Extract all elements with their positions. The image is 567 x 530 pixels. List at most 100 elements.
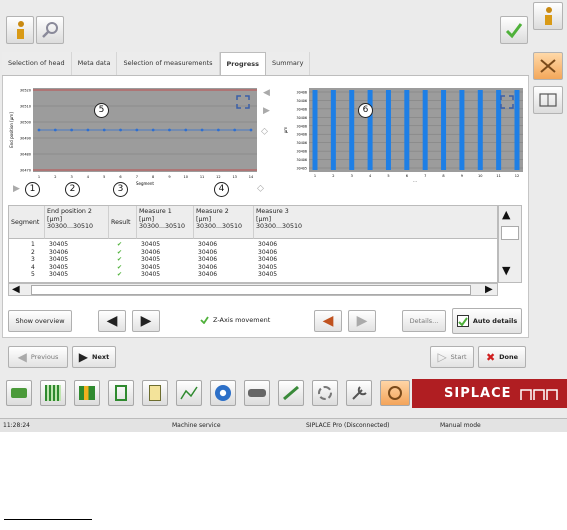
- data-point: [37, 128, 41, 132]
- side-tools-button[interactable]: [533, 52, 563, 80]
- confirm-button[interactable]: [500, 16, 528, 44]
- scroll-thumb[interactable]: [31, 285, 471, 295]
- previous-axis-button[interactable]: ◀: [314, 310, 342, 332]
- vertical-splitter-icon[interactable]: ⬦: [257, 183, 264, 194]
- arrow-left-icon: ◀: [106, 313, 118, 329]
- tab-bar: Selection of head Meta data Selection of…: [2, 52, 529, 76]
- header-measure-3[interactable]: Measure 3 [µm] 30300...30510: [254, 206, 497, 239]
- play-icon: ▷: [437, 350, 447, 364]
- x-tick-label: 2: [54, 175, 56, 179]
- arrow-right-icon: ▶: [78, 350, 89, 364]
- scroll-up-icon[interactable]: ▲: [502, 208, 510, 221]
- next-item-button[interactable]: ▶: [132, 310, 160, 332]
- sort-arrow-icon[interactable]: ▶: [13, 184, 20, 194]
- x-tick-label: 4: [87, 175, 90, 179]
- data-point: [216, 128, 220, 132]
- data-point: [249, 128, 253, 132]
- x-tick-label: 5: [103, 175, 105, 179]
- y-tick-label: 30406: [297, 99, 308, 103]
- table-row[interactable]: 4 30405 30405 30406 30405 ✔: [9, 264, 497, 272]
- table-row[interactable]: 1 30405 30405 30406 30406 ✔: [9, 241, 497, 249]
- start-button[interactable]: ▷ Start: [430, 346, 474, 368]
- splitter-handle-icon[interactable]: ⬦: [261, 126, 268, 137]
- camera-icon[interactable]: [210, 380, 236, 406]
- nozzle-icon[interactable]: [244, 380, 270, 406]
- expand-right-icon[interactable]: ▶: [263, 106, 270, 116]
- header-result[interactable]: Result: [109, 206, 137, 239]
- scroll-left-icon[interactable]: ◀: [12, 284, 20, 295]
- scroll-down-icon[interactable]: ▼: [502, 264, 510, 277]
- tablet-icon[interactable]: [108, 380, 134, 406]
- x-tick-label: 6: [119, 175, 121, 179]
- data-point: [70, 128, 74, 132]
- connection-status: SIPLACE Pro (Disconnected): [306, 422, 390, 429]
- cell-m2: 30406: [198, 271, 218, 278]
- table-row[interactable]: 5 30405 30405 30406 30405 ✔: [9, 271, 497, 279]
- auto-details-toggle[interactable]: Auto details: [452, 308, 522, 334]
- x-tick-label: 9: [168, 175, 170, 179]
- pen-tool-icon[interactable]: [278, 380, 304, 406]
- bar: [349, 90, 355, 170]
- bar: [367, 90, 373, 170]
- calibration-icon[interactable]: [380, 380, 410, 406]
- table-row[interactable]: 3 30405 30405 30406 30406 ✔: [9, 256, 497, 264]
- x-tick-label: 8: [442, 174, 444, 178]
- scroll-right-icon[interactable]: ▶: [485, 284, 493, 295]
- search-tool-button[interactable]: [36, 16, 64, 44]
- tab-selection-of-head[interactable]: Selection of head: [2, 52, 72, 75]
- side-book-button[interactable]: [533, 86, 563, 114]
- x-tick-label: 10: [184, 175, 188, 179]
- measure-bar-chart: 30406 30406 30406 30406 30406 30406 30406 30406…: [283, 88, 523, 183]
- done-button[interactable]: ✖ Done: [478, 346, 526, 368]
- data-point: [200, 128, 204, 132]
- tab-meta-data[interactable]: Meta data: [71, 52, 118, 75]
- line-chart-icon[interactable]: [176, 380, 202, 406]
- x-tick-label: 6: [406, 174, 408, 178]
- horizontal-scrollbar[interactable]: ◀ ▶: [8, 283, 498, 296]
- bar-stats-icon[interactable]: [74, 380, 100, 406]
- checkmark-icon: [458, 316, 468, 326]
- brand-mark-icon: [519, 388, 558, 400]
- data-point: [102, 128, 106, 132]
- checkbox[interactable]: [456, 315, 469, 327]
- show-overview-button[interactable]: Show overview: [8, 310, 72, 332]
- header-measure-1[interactable]: Measure 1 [µm] 30300...30510: [137, 206, 194, 239]
- cell-end: 30405: [49, 241, 69, 248]
- bar: [459, 90, 465, 170]
- vertical-scrollbar[interactable]: ▲ ▼: [498, 205, 522, 283]
- collapse-left-icon[interactable]: ◀: [263, 88, 270, 98]
- previous-item-button[interactable]: ◀: [98, 310, 126, 332]
- header-segment[interactable]: Segment: [9, 206, 45, 239]
- hand-gear-icon[interactable]: [312, 380, 338, 406]
- marker-3: 3: [113, 182, 128, 197]
- x-tick-label: 12: [216, 175, 220, 179]
- next-axis-button[interactable]: ▶: [348, 310, 376, 332]
- expand-icon[interactable]: [499, 94, 515, 110]
- details-button[interactable]: Details...: [402, 310, 446, 332]
- side-info-button[interactable]: [533, 2, 563, 30]
- x-tick-label: 1: [314, 174, 316, 178]
- money-stack-icon[interactable]: [6, 380, 32, 406]
- scroll-thumb[interactable]: [501, 226, 519, 240]
- mode-status: Manual mode: [440, 422, 481, 429]
- x-axis-label: Segment: [136, 181, 154, 186]
- next-button[interactable]: ▶ Next: [72, 346, 116, 368]
- x-tick-label: 13: [232, 175, 236, 179]
- document-icon[interactable]: [142, 380, 168, 406]
- wrench-icon[interactable]: [346, 380, 372, 406]
- header-measure-2[interactable]: Measure 2 [µm] 30300...30510: [194, 206, 254, 239]
- info-button[interactable]: [6, 16, 34, 44]
- tab-summary[interactable]: Summary: [266, 52, 311, 75]
- y-tick-label: 30406: [297, 141, 308, 145]
- previous-button[interactable]: ◀ Previous: [8, 346, 68, 368]
- tab-selection-of-measurements[interactable]: Selection of measurements: [117, 52, 220, 75]
- checkmark-icon: [505, 23, 523, 39]
- x-tick-label: 9: [461, 174, 463, 178]
- tab-progress[interactable]: Progress: [219, 52, 266, 75]
- y-axis-label: µm: [283, 127, 288, 134]
- y-tick-label: 30480: [20, 153, 31, 157]
- grid-table-icon[interactable]: [40, 380, 66, 406]
- header-end-position[interactable]: End position 2 [µm] 30300...30510: [45, 206, 109, 239]
- table-row[interactable]: 2 30406 30406 30406 30406 ✔: [9, 249, 497, 257]
- expand-icon[interactable]: [235, 94, 251, 110]
